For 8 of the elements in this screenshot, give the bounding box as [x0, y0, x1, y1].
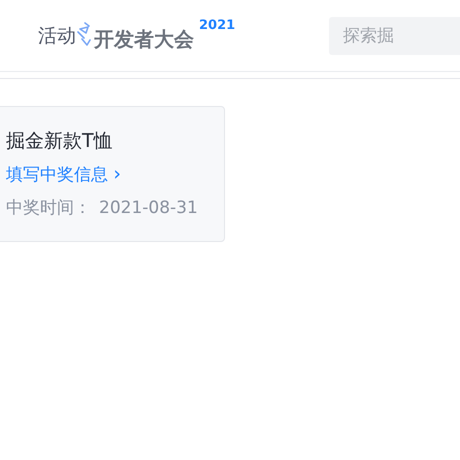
- nav-link[interactable]: 活动: [38, 24, 76, 46]
- prize-title: 掘金新款T恤: [6, 129, 114, 154]
- search-field[interactable]: 探索掘: [329, 16, 460, 54]
- event-logo[interactable]: 开发者大会 $^{2021}$: [76, 22, 236, 50]
- date-label: 中奖时间：: [6, 197, 91, 220]
- logo-icon: [76, 22, 92, 48]
- prize-info-link[interactable]: 填写中奖信息 ›: [6, 161, 122, 188]
- prize-date: 2021-08-31: [99, 197, 198, 220]
